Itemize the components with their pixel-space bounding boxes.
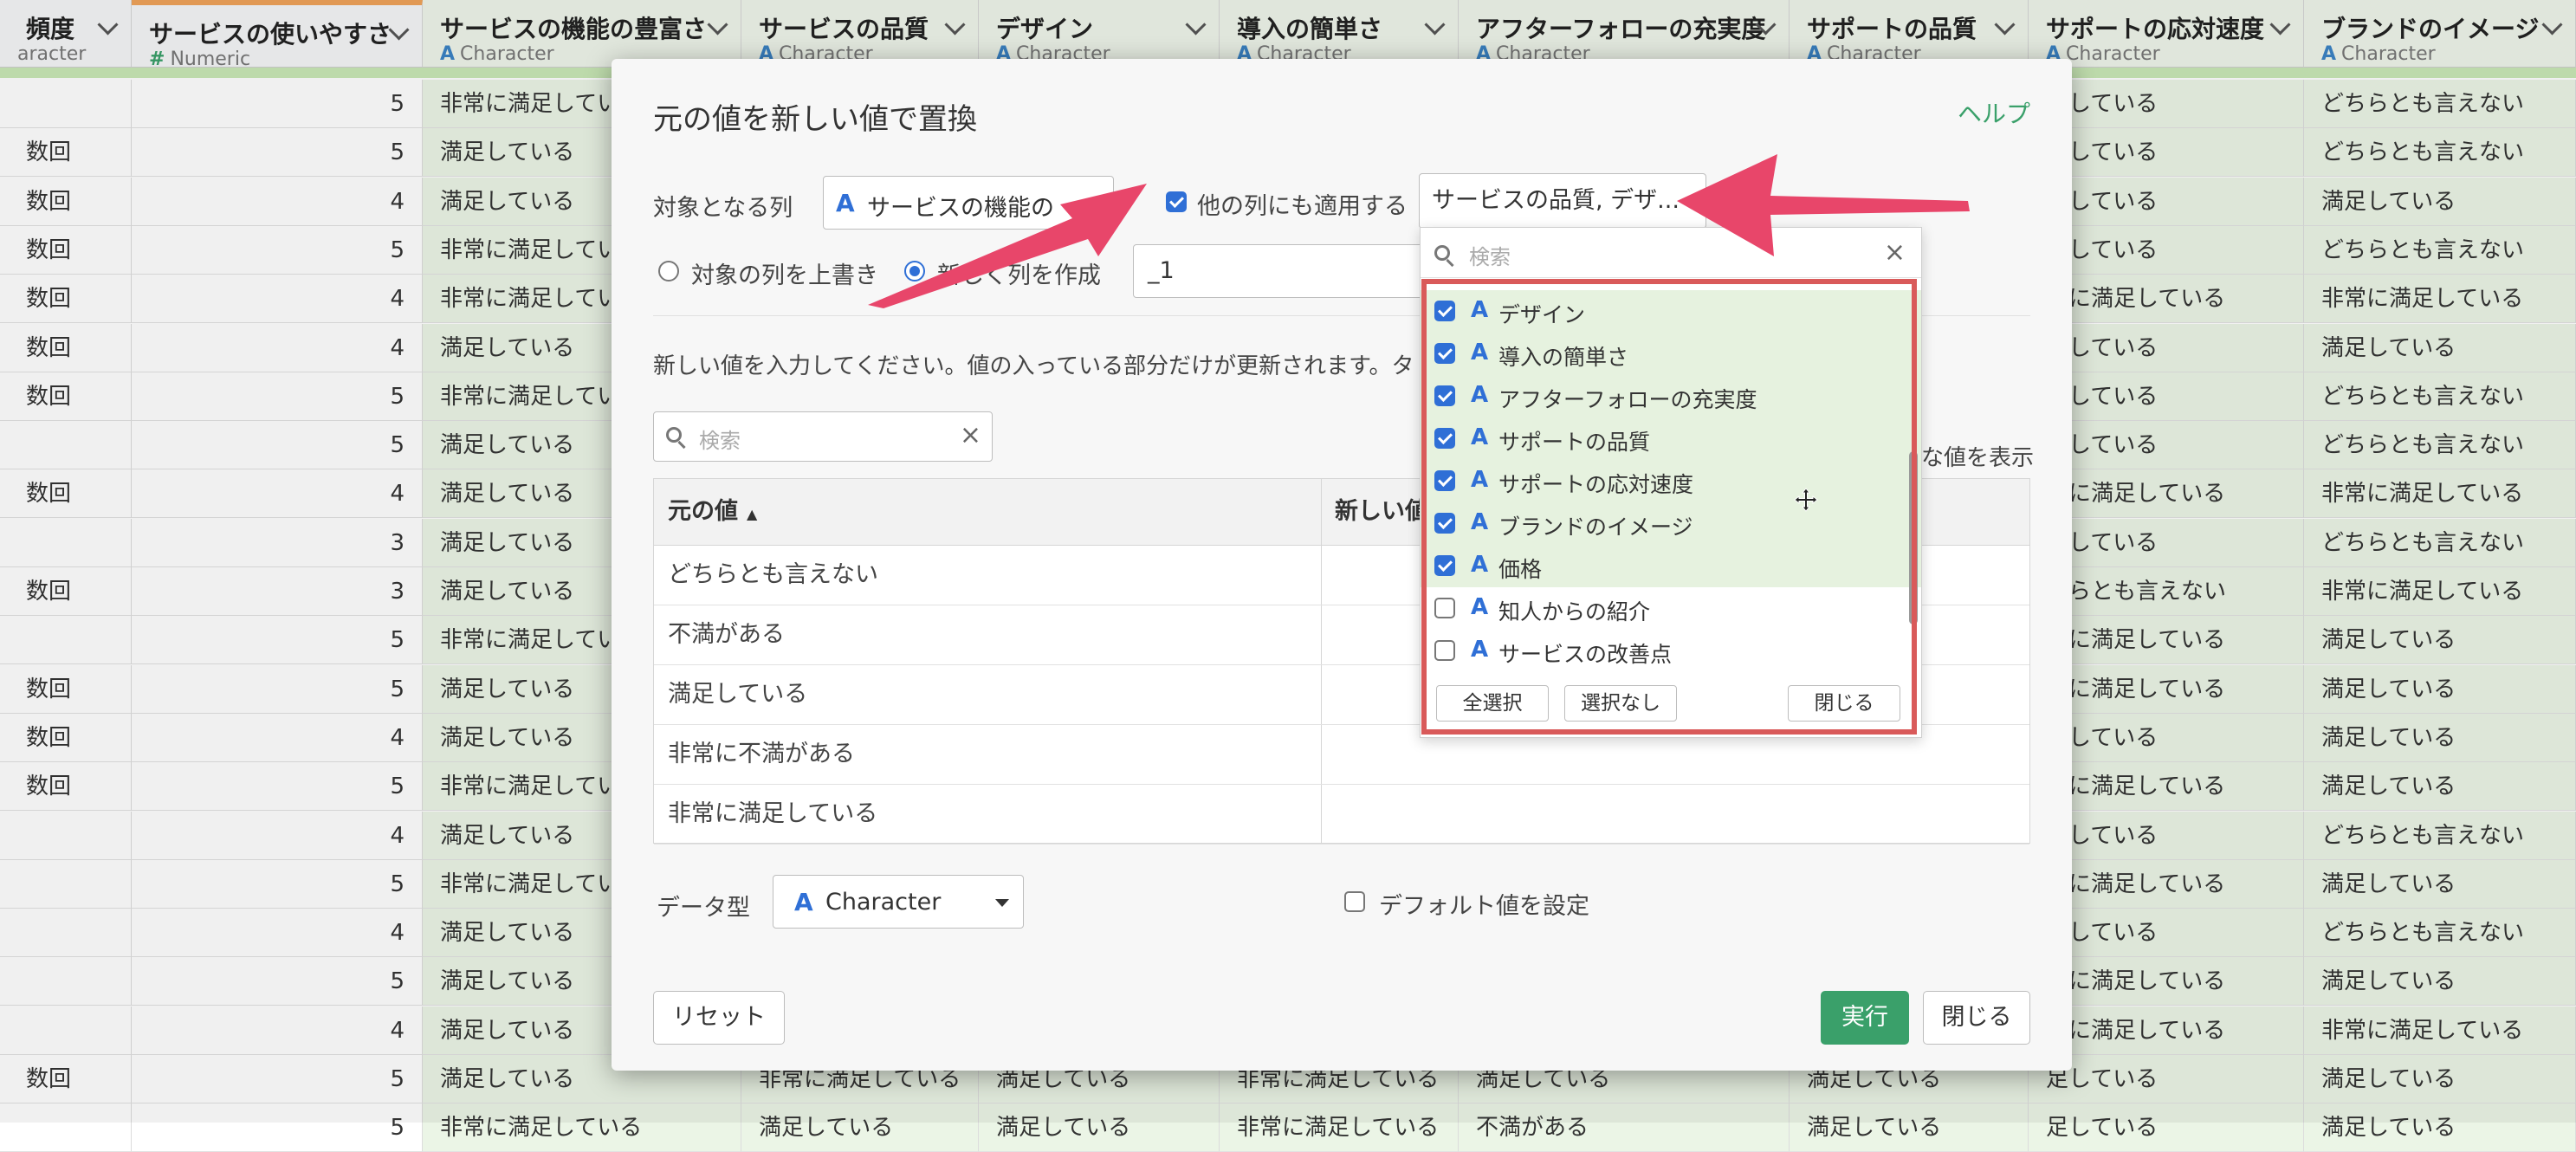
column-option-checkbox[interactable]: [1434, 301, 1455, 321]
data-type-select[interactable]: A Character: [773, 875, 1024, 929]
column-option-checkbox[interactable]: [1434, 555, 1455, 576]
column-option[interactable]: A デザイン: [1421, 290, 1921, 333]
dropdown-close-button[interactable]: 閉じる: [1788, 685, 1900, 722]
column-option-label: 価格: [1498, 557, 1543, 582]
original-value-cell: 満足している: [668, 681, 808, 708]
other-columns-select[interactable]: サービスの品質, デザ...: [1419, 173, 1706, 229]
move-cursor-icon: [1794, 488, 1818, 512]
apply-other-columns-label: 他の列にも適用する: [1197, 193, 1408, 220]
column-option-label: ブランドのイメージ: [1498, 515, 1693, 540]
default-value-label: デフォルト値を設定: [1379, 893, 1589, 920]
column-option-label: サポートの応対速度: [1498, 472, 1694, 497]
suffix-input[interactable]: _1: [1133, 244, 1445, 298]
data-type-label: データ型: [657, 895, 750, 922]
new-column-radio[interactable]: [904, 261, 925, 282]
reset-button[interactable]: リセット: [653, 991, 785, 1045]
character-type-icon: A: [836, 189, 855, 217]
default-value-checkbox[interactable]: [1344, 891, 1365, 912]
search-icon: [1434, 245, 1450, 261]
character-type-icon: A: [1471, 509, 1489, 535]
overwrite-radio[interactable]: [658, 261, 679, 282]
column-option[interactable]: A 知人からの紹介: [1421, 587, 1921, 630]
column-option[interactable]: A ブランドのイメージ: [1421, 502, 1921, 545]
character-type-icon: A: [1471, 552, 1489, 578]
target-column-value: サービスの機能の: [867, 195, 1054, 222]
search-placeholder: 検索: [1469, 245, 1511, 269]
character-type-icon: A: [1471, 637, 1489, 663]
run-button[interactable]: 実行: [1821, 991, 1909, 1045]
search-placeholder: 検索: [699, 429, 741, 453]
column-option[interactable]: A サービスの改善点: [1421, 630, 1921, 672]
new-value-header: 新しい値: [1335, 498, 1428, 525]
help-link[interactable]: ヘルプ: [1958, 95, 2030, 130]
original-value-cell: 不満がある: [668, 621, 785, 648]
target-column-label: 対象となる列: [653, 195, 793, 222]
column-option[interactable]: A サポートの品質: [1421, 417, 1921, 460]
show-all-values-label[interactable]: な値を表示: [1921, 440, 2034, 472]
original-value-cell: どちらとも言えない: [668, 561, 878, 588]
clear-search-icon[interactable]: ×: [960, 423, 981, 449]
original-value-cell: 非常に満足している: [668, 800, 878, 827]
character-type-icon: A: [794, 888, 813, 916]
clear-search-icon[interactable]: ×: [1884, 240, 1906, 266]
column-option-checkbox[interactable]: [1434, 513, 1455, 534]
column-option-checkbox[interactable]: [1434, 343, 1455, 364]
character-type-icon: A: [1471, 340, 1489, 366]
new-column-label: 新しく列を作成: [937, 262, 1101, 289]
close-button[interactable]: 閉じる: [1923, 991, 2030, 1045]
apply-other-columns-checkbox[interactable]: [1166, 191, 1187, 212]
character-type-icon: A: [1471, 297, 1489, 323]
select-all-button[interactable]: 全選択: [1436, 685, 1549, 722]
character-type-icon: A: [1471, 424, 1489, 450]
column-option-checkbox[interactable]: [1434, 640, 1455, 661]
column-option-checkbox[interactable]: [1434, 385, 1455, 406]
column-option[interactable]: A アフターフォローの充実度: [1421, 375, 1921, 417]
column-option[interactable]: A 価格: [1421, 545, 1921, 587]
value-row: 非常に満足している: [654, 784, 2029, 845]
target-column-select[interactable]: A サービスの機能の: [823, 176, 1114, 230]
column-option-checkbox[interactable]: [1434, 428, 1455, 449]
column-option-checkbox[interactable]: [1434, 470, 1455, 491]
column-option-label: デザイン: [1498, 302, 1586, 327]
caret-down-icon: [995, 899, 1009, 907]
column-option-label: アフターフォローの充実度: [1498, 387, 1757, 412]
overwrite-label: 対象の列を上書き: [691, 262, 878, 289]
column-option-label: 導入の簡単さ: [1498, 345, 1629, 370]
data-type-value: Character: [825, 889, 942, 916]
column-option[interactable]: A サポートの応対速度: [1421, 460, 1921, 502]
column-option-label: サービスの改善点: [1498, 642, 1673, 667]
select-none-button[interactable]: 選択なし: [1564, 685, 1677, 722]
column-option-label: 知人からの紹介: [1498, 599, 1651, 625]
dialog-title: 元の値を新しい値で置換: [653, 102, 977, 137]
search-icon: [666, 427, 682, 443]
instruction-text: 新しい値を入力してください。値の入っている部分だけが更新されます。タ: [653, 353, 1414, 379]
column-search-input[interactable]: 検索 ×: [1421, 228, 1921, 278]
value-search-input[interactable]: 検索 ×: [653, 411, 993, 462]
scrollbar[interactable]: [1909, 451, 1918, 625]
original-value-header[interactable]: 元の値 ▲: [654, 479, 757, 545]
character-type-icon: A: [1471, 594, 1489, 620]
character-type-icon: A: [1471, 467, 1489, 493]
column-option-label: サポートの品質: [1498, 430, 1651, 455]
other-columns-dropdown: 検索 × A デザイン A 導入の簡単さ A アフターフォローの充実度 A サポートの品質 A サ…: [1420, 227, 1922, 738]
new-value-input[interactable]: [1321, 784, 2028, 844]
column-option[interactable]: A 導入の簡単さ: [1421, 333, 1921, 375]
original-value-cell: 非常に不満がある: [668, 741, 855, 767]
column-option-checkbox[interactable]: [1434, 598, 1455, 618]
character-type-icon: A: [1471, 382, 1489, 408]
